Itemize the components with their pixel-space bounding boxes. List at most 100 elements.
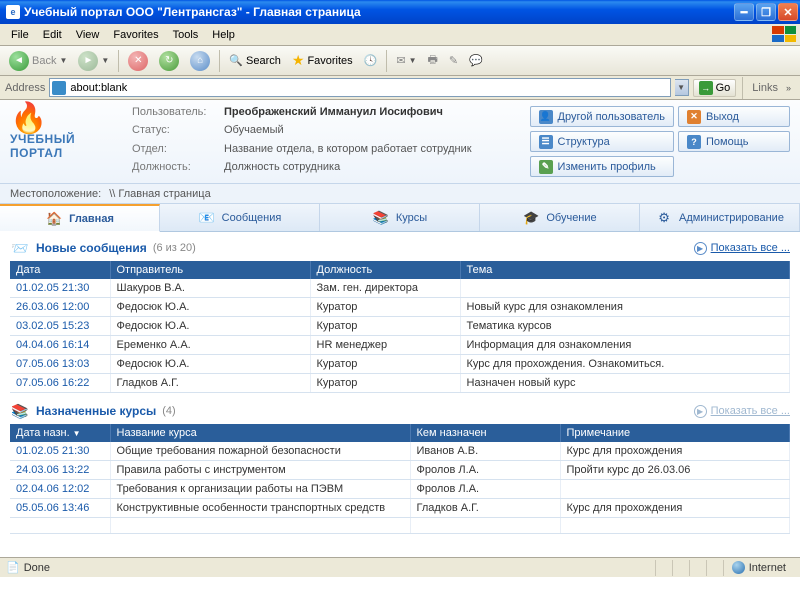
col-position[interactable]: Должность (310, 261, 460, 279)
help-button[interactable]: ?Помощь (678, 131, 790, 152)
status-label: Статус: (132, 124, 224, 140)
address-label: Address (5, 82, 45, 94)
menu-tools[interactable]: Tools (166, 27, 206, 43)
cell-note (560, 480, 790, 499)
cell-date: 24.03.06 13:22 (10, 461, 110, 480)
cell-sender: Федосюк Ю.А. (110, 298, 310, 317)
messages-icon: 📧 (198, 210, 216, 226)
back-label: Back (32, 55, 56, 67)
tab-learning[interactable]: 🎓Обучение (480, 204, 640, 231)
menu-help[interactable]: Help (205, 27, 242, 43)
table-row[interactable]: 07.05.06 13:03Федосюк Ю.А.КураторКурс дл… (10, 355, 790, 374)
minimize-button[interactable]: ━ (734, 3, 754, 21)
col-assign-date[interactable]: Дата назн.▼ (10, 424, 110, 442)
col-date[interactable]: Дата (10, 261, 110, 279)
exit-icon: ✕ (687, 110, 701, 124)
table-row[interactable]: 05.05.06 13:46Конструктивные особенности… (10, 499, 790, 518)
separator (118, 50, 119, 72)
search-button[interactable]: 🔍 Search (225, 52, 285, 69)
maximize-button[interactable]: ❐ (756, 3, 776, 21)
favorites-button[interactable]: ★ Favorites (288, 50, 357, 71)
cell-note: Курс для прохождения (560, 499, 790, 518)
edit-button[interactable]: ✎ (445, 52, 462, 69)
print-button[interactable]: 🖶 (424, 49, 442, 72)
col-sender[interactable]: Отправитель (110, 261, 310, 279)
tree-icon: ☰ (539, 135, 553, 149)
tab-admin[interactable]: ⚙Администрирование (640, 204, 800, 231)
table-row[interactable]: 26.03.06 12:00Федосюк Ю.А.КураторНовый к… (10, 298, 790, 317)
menu-view[interactable]: View (69, 27, 107, 43)
menu-file[interactable]: File (4, 27, 36, 43)
gear-icon: ⚙ (655, 210, 673, 226)
cell-sender: Шакуров В.А. (110, 279, 310, 298)
zone-pane: Internet (723, 560, 794, 576)
cell-subject: Назначен новый курс (460, 374, 790, 393)
discuss-icon: 💬 (469, 54, 483, 67)
courses-show-all[interactable]: ▶Показать все ... (694, 405, 790, 418)
address-input[interactable]: about:blank (49, 78, 670, 97)
app-icon: e (6, 5, 20, 19)
stop-button[interactable]: ✕ (124, 49, 152, 73)
go-label: Go (716, 82, 731, 94)
status-pane (672, 560, 689, 576)
tab-courses[interactable]: 📚Курсы (320, 204, 480, 231)
go-icon: → (699, 81, 713, 95)
other-user-button[interactable]: 👤Другой пользователь (530, 106, 674, 127)
mail-button[interactable]: ✉▼ (392, 52, 420, 69)
cell-sender: Федосюк Ю.А. (110, 317, 310, 336)
refresh-button[interactable]: ↻ (155, 49, 183, 73)
table-row[interactable]: 01.02.05 21:30Шакуров В.А.Зам. ген. дире… (10, 279, 790, 298)
menu-edit[interactable]: Edit (36, 27, 69, 43)
tab-home[interactable]: 🏠Главная (0, 204, 160, 232)
links-label[interactable]: Links (752, 82, 778, 94)
header-buttons: 👤Другой пользователь ✕Выход ☰Структура ?… (530, 106, 790, 177)
structure-button[interactable]: ☰Структура (530, 131, 674, 152)
col-assigned-by[interactable]: Кем назначен (410, 424, 560, 442)
cell-date: 03.02.05 15:23 (10, 317, 110, 336)
history-button[interactable]: 🕓 (360, 52, 382, 69)
col-subject[interactable]: Тема (460, 261, 790, 279)
table-row[interactable]: 07.05.06 16:22Гладков А.Г.КураторНазначе… (10, 374, 790, 393)
courses-table: Дата назн.▼ Название курса Кем назначен … (10, 424, 790, 534)
address-dropdown[interactable]: ▼ (675, 79, 689, 96)
close-button[interactable]: ✕ (778, 3, 798, 21)
windows-flag-icon (772, 26, 796, 42)
internet-zone-icon (732, 561, 745, 574)
menu-bar: File Edit View Favorites Tools Help (0, 24, 800, 46)
cell-position: Зам. ген. директора (310, 279, 460, 298)
go-button[interactable]: → Go (693, 79, 737, 97)
table-row[interactable]: 03.02.05 15:23Федосюк Ю.А.КураторТематик… (10, 317, 790, 336)
cell-date: 01.02.05 21:30 (10, 279, 110, 298)
table-row[interactable]: 01.02.05 21:30Общие требования пожарной … (10, 442, 790, 461)
portal-header: 🔥 УЧЕБНЫЙ ПОРТАЛ Пользователь: Преображе… (0, 100, 800, 184)
discuss-button[interactable]: 💬 (465, 52, 487, 69)
cell-date: 07.05.06 13:03 (10, 355, 110, 374)
table-row[interactable]: 02.04.06 12:02Требования к организации р… (10, 480, 790, 499)
separator (219, 50, 220, 72)
col-note[interactable]: Примечание (560, 424, 790, 442)
user-label: Пользователь: (132, 106, 224, 122)
forward-button[interactable]: ► ▼ (74, 49, 113, 73)
content-area: 📨 Новые сообщения (6 из 20) ▶Показать вс… (0, 232, 800, 597)
cell-subject (460, 279, 790, 298)
cell-name: Требования к организации работы на ПЭВМ (110, 480, 410, 499)
home-icon: ⌂ (190, 51, 210, 71)
tab-messages[interactable]: 📧Сообщения (160, 204, 320, 231)
exit-button[interactable]: ✕Выход (678, 106, 790, 127)
table-row[interactable]: 24.03.06 13:22Правила работы с инструмен… (10, 461, 790, 480)
courses-icon: 📚 (372, 210, 390, 226)
messages-show-all[interactable]: ▶Показать все ... (694, 242, 790, 255)
star-icon: ★ (292, 52, 305, 69)
chevron-down-icon: ▼ (101, 56, 109, 65)
home-button[interactable]: ⌂ (186, 49, 214, 73)
position-label: Должность: (132, 161, 224, 177)
back-button[interactable]: ◄ Back ▼ (5, 49, 71, 73)
position-value: Должность сотрудника (224, 161, 518, 177)
menu-favorites[interactable]: Favorites (106, 27, 165, 43)
links-chevron-icon[interactable]: » (786, 83, 791, 93)
col-course-name[interactable]: Название курса (110, 424, 410, 442)
courses-section: 📚 Назначенные курсы (4) ▶Показать все ..… (10, 401, 790, 534)
table-row[interactable]: 04.04.06 16:14Еременко А.А.HR менеджерИн… (10, 336, 790, 355)
cell-subject: Новый курс для ознакомления (460, 298, 790, 317)
edit-profile-button[interactable]: ✎Изменить профиль (530, 156, 674, 177)
